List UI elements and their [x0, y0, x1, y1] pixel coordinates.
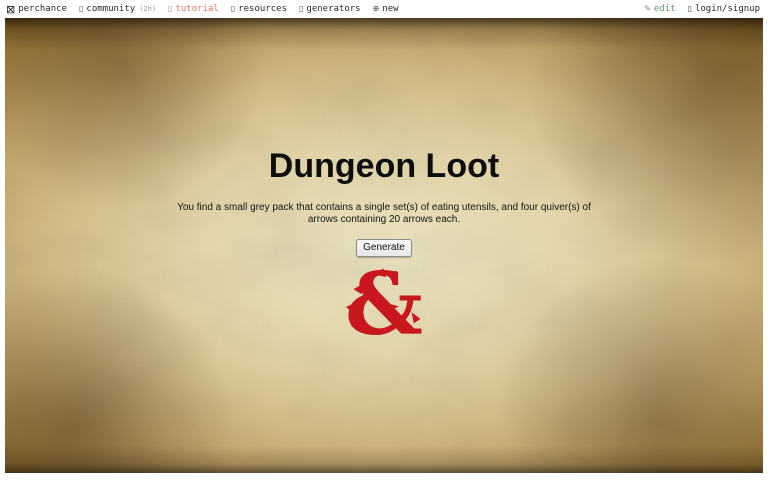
new-plus-icon: ⊕ [372, 4, 380, 13]
nav-item-new[interactable]: ⊕ new [373, 4, 399, 14]
nav-item-tutorial[interactable]: ▯ tutorial [168, 4, 219, 14]
community-icon: ▯ [79, 4, 84, 13]
user-icon: ▯ [687, 4, 692, 13]
nav-generators-label: generators [306, 4, 361, 14]
nav-item-resources[interactable]: ▯ resources [231, 4, 287, 14]
edit-label: edit [653, 4, 676, 14]
parchment-background: Dungeon Loot You find a small grey pack … [5, 18, 763, 473]
svg-text:&: & [345, 254, 423, 355]
generator-content: Dungeon Loot You find a small grey pack … [5, 18, 763, 355]
dnd-ampersand-icon: & [345, 254, 423, 355]
pencil-edit-icon: ✎ [644, 4, 651, 13]
top-navbar: ⊠ perchance ▯ community (2h) ▯ tutorial … [0, 0, 768, 18]
perchance-brand-link[interactable]: ⊠ perchance [6, 4, 67, 15]
generators-icon: ▯ [299, 4, 304, 13]
nav-item-generators[interactable]: ▯ generators [299, 4, 361, 14]
community-activity-badge: (2h) [139, 5, 157, 13]
dnd-ampersand-dragon-logo: & [5, 254, 763, 355]
generator-title: Dungeon Loot [268, 147, 500, 185]
nav-tutorial-label: tutorial [175, 4, 219, 14]
perchance-logo-icon: ⊠ [6, 2, 16, 16]
navbar-right-group: ✎ edit ▯ login/signup [632, 4, 760, 14]
generator-result-text: You find a small grey pack that contains… [177, 201, 591, 225]
edit-link[interactable]: ✎ edit [644, 4, 675, 14]
nav-community-label: community [86, 4, 136, 14]
tutorial-icon: ▯ [168, 4, 173, 13]
nav-resources-label: resources [238, 4, 287, 14]
nav-item-community[interactable]: ▯ community (2h) [79, 4, 156, 14]
navbar-left-group: ⊠ perchance ▯ community (2h) ▯ tutorial … [6, 4, 411, 15]
login-signup-label: login/signup [694, 4, 760, 14]
resources-icon: ▯ [230, 4, 236, 13]
nav-new-label: new [382, 4, 399, 14]
login-signup-link[interactable]: ▯ login/signup [688, 4, 760, 14]
brand-label: perchance [18, 4, 67, 14]
